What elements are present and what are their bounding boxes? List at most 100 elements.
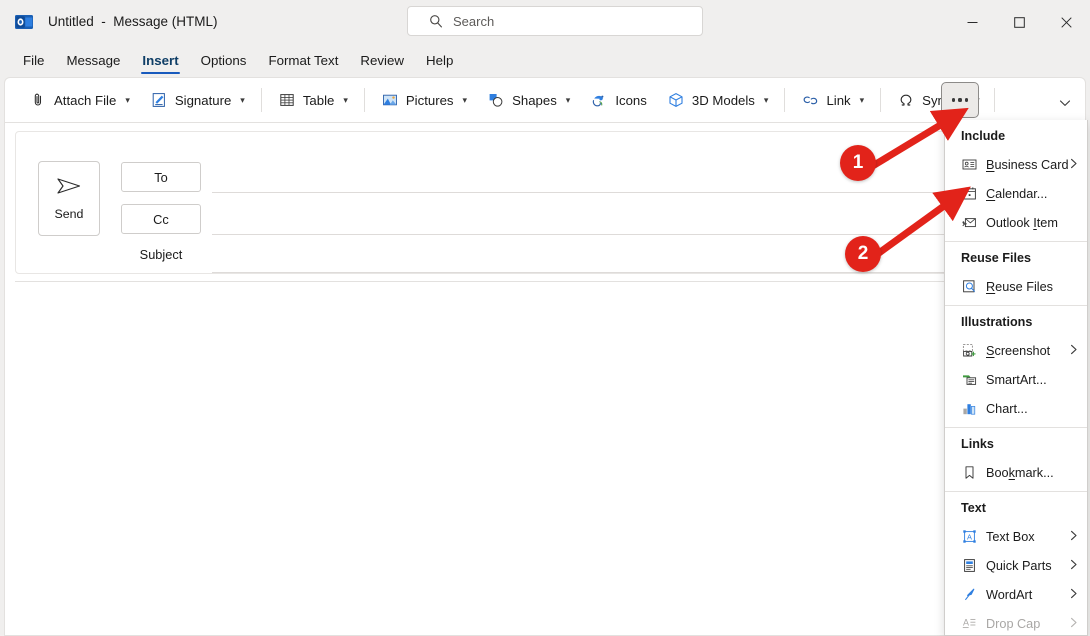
outlook-icon [14, 12, 34, 32]
chevron-down-icon[interactable]: ▾ [240, 95, 245, 106]
message-body-editor[interactable] [15, 285, 1075, 630]
window-title: Untitled - Message (HTML) [48, 14, 218, 29]
outlook-compose-window: Untitled - Message (HTML) Search File Me… [0, 0, 1090, 636]
send-arrow-icon [56, 176, 82, 201]
close-icon[interactable] [1043, 0, 1090, 44]
menu-item-bookmark[interactable]: Bookmark... [945, 458, 1087, 487]
menu-item-smartart[interactable]: SmartArt... [945, 365, 1087, 394]
minimize-icon[interactable] [949, 0, 996, 44]
menu-item-wordart[interactable]: WordArt [945, 580, 1087, 609]
menu-item-quick-parts[interactable]: Quick Parts [945, 551, 1087, 580]
menu-item-reuse-files[interactable]: Reuse Files [945, 272, 1087, 301]
3d-models-button[interactable]: 3D Models ▾ [659, 84, 777, 116]
ribbon-toolbar: Attach File ▾ Signature ▾ Table ▾ Pictur… [4, 77, 1086, 123]
signature-label: Signature [174, 92, 232, 108]
ribbon-separator [363, 88, 365, 112]
tab-options[interactable]: Options [190, 44, 258, 77]
tab-insert[interactable]: Insert [131, 44, 189, 77]
ribbon-group-include: Attach File ▾ Signature ▾ Table ▾ Pictur… [19, 77, 1001, 123]
menu-group-illustrations-title: Illustrations [961, 315, 1033, 329]
to-field[interactable] [212, 192, 1010, 193]
paperclip-icon [29, 91, 47, 109]
link-icon [801, 91, 819, 109]
tab-label: Format Text [268, 53, 339, 68]
table-button[interactable]: Table ▾ [270, 84, 356, 116]
menu-item-chart[interactable]: Chart... [945, 394, 1087, 423]
to-button[interactable]: To [121, 162, 201, 192]
table-icon [278, 91, 296, 109]
chevron-down-icon[interactable]: ▾ [343, 95, 348, 106]
tab-label: Review [360, 53, 405, 68]
chevron-down-icon[interactable]: ▾ [463, 95, 468, 106]
search-input[interactable]: Search [453, 14, 494, 29]
menu-item-label: Business Card [986, 157, 1069, 172]
menu-item-outlook-item[interactable]: Outlook Item [945, 208, 1087, 237]
menu-item-text-box[interactable]: A Text Box [945, 522, 1087, 551]
tab-message[interactable]: Message [55, 44, 131, 77]
menu-group-text-title: Text [961, 501, 986, 515]
compose-pane: Send To Cc Subject [4, 123, 1086, 636]
tab-review[interactable]: Review [349, 44, 415, 77]
annotation-step-2-badge: 2 [845, 236, 881, 272]
quick-parts-icon [961, 558, 977, 574]
subject-field[interactable] [212, 272, 1010, 273]
chevron-down-icon[interactable]: ▾ [125, 95, 130, 106]
tab-label: Help [426, 53, 454, 68]
business-card-icon [961, 157, 977, 173]
chevron-down-icon[interactable]: ▾ [860, 95, 865, 106]
attach-file-label: Attach File [54, 92, 117, 108]
ribbon-separator [880, 88, 882, 112]
chevron-down-icon[interactable]: ▾ [764, 95, 769, 106]
ribbon-tabs: File Message Insert Options Format Text … [0, 44, 1090, 77]
signature-button[interactable]: Signature ▾ [142, 84, 253, 116]
shapes-label: Shapes [512, 92, 557, 108]
menu-item-label: Chart... [986, 401, 1028, 416]
link-label: Link [826, 92, 851, 108]
tab-label: Message [66, 53, 121, 68]
tab-label: File [23, 53, 45, 68]
menu-item-label: Bookmark... [986, 465, 1054, 480]
tab-format-text[interactable]: Format Text [257, 44, 349, 77]
chevron-down-icon[interactable]: ▾ [566, 95, 571, 106]
menu-item-calendar[interactable]: Calendar... [945, 179, 1087, 208]
search-box[interactable]: Search [407, 6, 703, 36]
menu-item-business-card[interactable]: Business Card [945, 150, 1087, 179]
menu-group-links-title: Links [961, 437, 994, 451]
tab-help[interactable]: Help [415, 44, 464, 77]
pictures-button[interactable]: Pictures ▾ [373, 84, 475, 116]
menu-item-screenshot[interactable]: Screenshot [945, 336, 1087, 365]
chart-icon [961, 401, 977, 417]
send-button[interactable]: Send [38, 161, 100, 236]
screenshot-icon [961, 343, 977, 359]
shapes-button[interactable]: Shapes ▾ [479, 84, 578, 116]
chevron-right-icon [1070, 528, 1078, 546]
maximize-icon[interactable] [996, 0, 1043, 44]
3d-models-icon [667, 91, 685, 109]
cc-button[interactable]: Cc [121, 204, 201, 234]
svg-text:A: A [963, 618, 969, 628]
menu-item-label: WordArt [986, 587, 1033, 602]
chevron-right-icon [1070, 557, 1078, 575]
tab-file[interactable]: File [12, 44, 55, 77]
chevron-right-icon [1070, 586, 1078, 604]
window-controls [949, 0, 1090, 44]
menu-item-label: Screenshot [986, 343, 1051, 358]
chevron-down-icon [1059, 100, 1071, 106]
ellipsis-icon [964, 98, 968, 102]
menu-item-label: Reuse Files [986, 279, 1053, 294]
more-commands-button[interactable] [941, 82, 979, 118]
shapes-icon [487, 91, 505, 109]
drop-cap-icon: A [961, 616, 977, 632]
annotation-step-1-badge: 1 [840, 145, 876, 181]
icons-button[interactable]: Icons [582, 84, 655, 116]
menu-item-label: Drop Cap [986, 616, 1041, 631]
pictures-label: Pictures [405, 92, 454, 108]
ribbon-separator [260, 88, 262, 112]
icons-label: Icons [615, 92, 647, 108]
link-button[interactable]: Link ▾ [793, 84, 872, 116]
cc-field[interactable] [212, 234, 1010, 235]
ribbon-collapse-button[interactable] [1054, 92, 1076, 114]
menu-item-drop-cap: A Drop Cap [945, 609, 1087, 635]
attach-file-button[interactable]: Attach File ▾ [21, 84, 138, 116]
to-label: To [154, 169, 168, 185]
